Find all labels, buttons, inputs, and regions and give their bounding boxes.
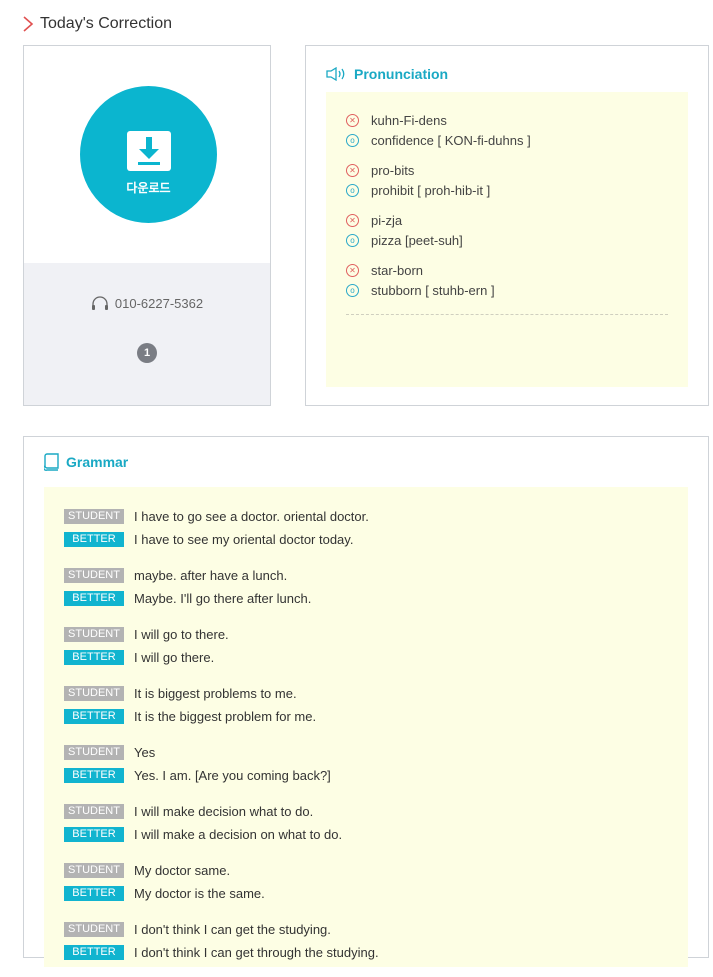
book-icon [44, 453, 59, 471]
better-tag: BETTER [64, 709, 124, 724]
better-sentence: I will make a decision on what to do. [134, 827, 343, 842]
better-tag: BETTER [64, 886, 124, 901]
correct-pronunciation: stubborn [ stuhb-ern ] [371, 282, 495, 298]
contact-area: 010-6227-5362 1 [24, 263, 270, 405]
wrong-pronunciation: pi-zja [371, 212, 403, 228]
better-sentence: I will go there. [134, 650, 215, 665]
better-sentence: Maybe. I'll go there after lunch. [134, 591, 312, 606]
student-tag: STUDENT [64, 863, 124, 878]
speaker-icon [326, 67, 345, 81]
pronunciation-item: ✕ pi-zja o pizza [peet-suh] [346, 210, 668, 250]
student-tag: STUDENT [64, 686, 124, 701]
x-circle-icon: ✕ [346, 263, 359, 277]
student-tag: STUDENT [64, 745, 124, 760]
phone-info: 010-6227-5362 [24, 295, 270, 311]
x-circle-icon: ✕ [346, 113, 359, 127]
student-tag: STUDENT [64, 804, 124, 819]
divider [346, 314, 668, 315]
pronunciation-header: Pronunciation [326, 66, 448, 82]
x-circle-icon: ✕ [346, 213, 359, 227]
student-tag: STUDENT [64, 922, 124, 937]
pronunciation-panel: ✕ kuhn-Fi-dens o confidence [ KON-fi-duhns… [326, 92, 688, 387]
download-area: 다운로드 [24, 46, 270, 263]
student-tag: STUDENT [64, 509, 124, 524]
better-tag: BETTER [64, 827, 124, 842]
better-sentence: I don't think I can get through the stud… [134, 945, 379, 960]
student-sentence: Yes [134, 745, 156, 760]
o-circle-icon: o [346, 133, 359, 147]
phone-number: 010-6227-5362 [114, 295, 204, 311]
pronunciation-card: Pronunciation ✕ kuhn-Fi-dens o confidence … [305, 45, 709, 406]
student-sentence: I will go to there. [134, 627, 229, 642]
pronunciation-item: ✕ kuhn-Fi-dens o confidence [ KON-fi-duhns… [346, 110, 668, 150]
chevron-right-icon [23, 16, 34, 32]
grammar-card: Grammar STUDENT I have to go see a doctor… [23, 436, 709, 967]
better-sentence: I have to see my oriental doctor today. [134, 532, 354, 547]
correct-pronunciation: prohibit [ proh-hib-it ] [371, 182, 491, 198]
grammar-item: STUDENT I have to go see a doctor. orient… [64, 505, 379, 551]
x-circle-icon: ✕ [346, 163, 359, 177]
student-tag: STUDENT [64, 627, 124, 642]
student-tag: STUDENT [64, 568, 124, 583]
download-icon [127, 131, 171, 171]
better-tag: BETTER [64, 768, 124, 783]
grammar-item: STUDENT I don't think I can get the study… [64, 918, 379, 964]
student-sentence: My doctor same. [134, 863, 231, 878]
grammar-item: STUDENT My doctor same. BETTER My doctor i… [64, 859, 379, 905]
student-sentence: I have to go see a doctor. oriental doct… [134, 509, 369, 524]
better-tag: BETTER [64, 591, 124, 606]
wrong-pronunciation: star-born [371, 262, 424, 278]
grammar-item: STUDENT maybe. after have a lunch. BETTER… [64, 564, 379, 610]
student-sentence: I will make decision what to do. [134, 804, 314, 819]
grammar-panel: STUDENT I have to go see a doctor. orient… [44, 487, 688, 967]
grammar-item: STUDENT It is biggest problems to me. BET… [64, 682, 379, 728]
download-button[interactable]: 다운로드 [80, 86, 217, 223]
student-sentence: It is biggest problems to me. [134, 686, 297, 701]
better-tag: BETTER [64, 650, 124, 665]
student-sentence: maybe. after have a lunch. [134, 568, 288, 583]
pronunciation-item: ✕ star-born o stubborn [ stuhb-ern ] [346, 260, 668, 300]
section-header: Today's Correction [22, 12, 172, 36]
o-circle-icon: o [346, 183, 359, 197]
count-badge: 1 [137, 343, 157, 363]
grammar-item: STUDENT Yes BETTER Yes. I am. [Are you com… [64, 741, 379, 787]
grammar-header: Grammar [44, 453, 128, 471]
grammar-item: STUDENT I will go to there. BETTER I will … [64, 623, 379, 669]
download-label: 다운로드 [126, 181, 171, 195]
o-circle-icon: o [346, 283, 359, 297]
wrong-pronunciation: kuhn-Fi-dens [371, 112, 447, 128]
correct-pronunciation: confidence [ KON-fi-duhns ] [371, 132, 531, 148]
grammar-title: Grammar [66, 454, 129, 470]
better-sentence: It is the biggest problem for me. [134, 709, 317, 724]
better-sentence: Yes. I am. [Are you coming back?] [134, 768, 331, 783]
grammar-item: STUDENT I will make decision what to do. … [64, 800, 379, 846]
pronunciation-item: ✕ pro-bits o prohibit [ proh-hib-it ] [346, 160, 668, 200]
student-sentence: I don't think I can get the studying. [134, 922, 331, 937]
pronunciation-title: Pronunciation [354, 66, 449, 82]
better-tag: BETTER [64, 532, 124, 547]
better-sentence: My doctor is the same. [134, 886, 265, 901]
headphones-icon [91, 296, 108, 310]
page-title: Today's Correction [40, 15, 172, 32]
o-circle-icon: o [346, 233, 359, 247]
correct-pronunciation: pizza [peet-suh] [371, 232, 463, 248]
lesson-card: 다운로드 010-6227-5362 1 [23, 45, 271, 406]
better-tag: BETTER [64, 945, 124, 960]
wrong-pronunciation: pro-bits [371, 162, 415, 178]
